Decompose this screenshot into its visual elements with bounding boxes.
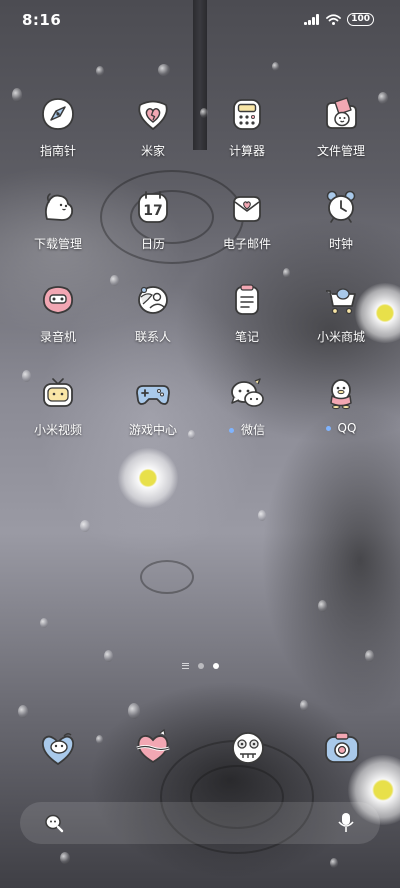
app-compass[interactable]: 指南针 xyxy=(13,96,103,159)
app-label: 游戏中心 xyxy=(128,423,177,437)
app-label: 文件管理 xyxy=(316,144,365,158)
qq-penguin-icon xyxy=(330,379,352,410)
contacts-icon xyxy=(138,286,168,314)
page-list-icon xyxy=(181,663,189,669)
wallpaper-raindrop xyxy=(18,705,28,718)
app-download-manager[interactable]: 下载管理 xyxy=(13,189,103,252)
wallpaper-raindrop xyxy=(80,520,90,532)
compass-icon xyxy=(42,98,74,130)
alarm-clock-icon xyxy=(326,190,356,223)
wallpaper-raindrop xyxy=(96,66,104,76)
wallpaper-raindrop xyxy=(283,268,290,278)
wallpaper-raindrop xyxy=(318,600,327,612)
dock-camera[interactable] xyxy=(322,728,362,768)
gamepad-icon xyxy=(136,385,170,405)
app-label: 时钟 xyxy=(328,237,353,251)
wallpaper-raindrop xyxy=(158,64,170,76)
app-label: 小米视频 xyxy=(33,423,82,437)
app-contacts[interactable]: 联系人 xyxy=(108,282,198,345)
phone-icon xyxy=(41,733,75,766)
app-mi-store[interactable]: 小米商城 xyxy=(296,282,386,345)
app-notes[interactable]: 笔记 xyxy=(202,282,292,345)
app-recorder[interactable]: 录音机 xyxy=(13,282,103,345)
wallpaper-raindrop xyxy=(365,650,374,662)
mijia-heart-icon xyxy=(138,100,168,130)
search-bar[interactable] xyxy=(20,802,380,844)
wallpaper-raindrop xyxy=(60,852,70,864)
status-bar: 8:16 100 xyxy=(0,0,400,40)
app-calculator[interactable]: 计算器 xyxy=(202,96,292,159)
wifi-icon xyxy=(326,14,342,25)
calculator-icon xyxy=(233,99,261,130)
app-label: 下载管理 xyxy=(33,237,82,251)
notes-icon xyxy=(235,284,259,315)
page-dot xyxy=(197,663,204,669)
download-manager-icon xyxy=(44,193,74,221)
camera-icon xyxy=(325,732,359,763)
app-label-with-badge: 微信 xyxy=(202,421,292,438)
wallpaper-raindrop xyxy=(330,858,338,868)
app-clock[interactable]: 时钟 xyxy=(296,189,386,252)
dock-phone[interactable] xyxy=(38,728,78,768)
file-manager-icon xyxy=(326,97,357,129)
app-label: 米家 xyxy=(140,144,165,158)
new-install-dot xyxy=(325,426,331,431)
cellular-signal-icon xyxy=(304,14,320,25)
wechat-icon xyxy=(231,378,264,407)
wallpaper-raindrop xyxy=(104,650,113,662)
wallpaper-raindrop xyxy=(96,735,103,744)
app-label: QQ xyxy=(337,421,357,435)
status-icons: 100 xyxy=(304,13,374,26)
wallpaper-raindrop xyxy=(40,618,48,628)
new-install-dot xyxy=(228,428,234,433)
page-dot-active xyxy=(212,663,219,669)
app-label: 录音机 xyxy=(39,330,76,344)
app-mijia[interactable]: 米家 xyxy=(108,96,198,159)
calendar-icon: 17 xyxy=(138,191,168,223)
app-label: 微信 xyxy=(240,423,265,437)
calendar-date: 17 xyxy=(143,203,162,219)
app-label: 日历 xyxy=(140,237,165,251)
wallpaper-ripple xyxy=(140,560,194,594)
page-indicator[interactable] xyxy=(0,663,400,669)
app-label: 联系人 xyxy=(134,330,171,344)
app-email[interactable]: 电子邮件 xyxy=(202,189,292,252)
wallpaper-raindrop xyxy=(300,700,308,711)
mi-video-tv-icon xyxy=(43,378,73,407)
app-label: 笔记 xyxy=(234,330,259,344)
status-time: 8:16 xyxy=(22,11,62,29)
app-mi-video[interactable]: 小米视频 xyxy=(13,375,103,438)
app-game-center[interactable]: 游戏中心 xyxy=(108,375,198,438)
wallpaper-raindrop xyxy=(258,510,266,521)
app-qq[interactable]: QQ xyxy=(296,375,386,435)
recorder-icon xyxy=(42,286,74,314)
wallpaper-raindrop xyxy=(128,703,140,719)
wallpaper-flower xyxy=(118,448,178,508)
browser-icon xyxy=(232,732,264,764)
wallpaper-raindrop xyxy=(272,62,279,71)
battery-icon: 100 xyxy=(347,13,374,26)
search-icon xyxy=(45,814,64,833)
app-label: 指南针 xyxy=(39,144,76,158)
app-label-with-badge: QQ xyxy=(296,421,386,435)
mic-icon[interactable] xyxy=(336,812,356,834)
messages-icon xyxy=(136,728,170,764)
app-label: 计算器 xyxy=(228,144,265,158)
app-calendar[interactable]: 17 日历 xyxy=(108,189,198,252)
app-wechat[interactable]: 微信 xyxy=(202,375,292,438)
email-icon xyxy=(233,196,261,222)
mi-store-cart-icon xyxy=(326,288,356,315)
app-label: 电子邮件 xyxy=(222,237,271,251)
app-file-manager[interactable]: 文件管理 xyxy=(296,96,386,159)
dock-browser[interactable] xyxy=(228,728,268,768)
app-label: 小米商城 xyxy=(316,330,365,344)
dock-messages[interactable] xyxy=(133,728,173,768)
